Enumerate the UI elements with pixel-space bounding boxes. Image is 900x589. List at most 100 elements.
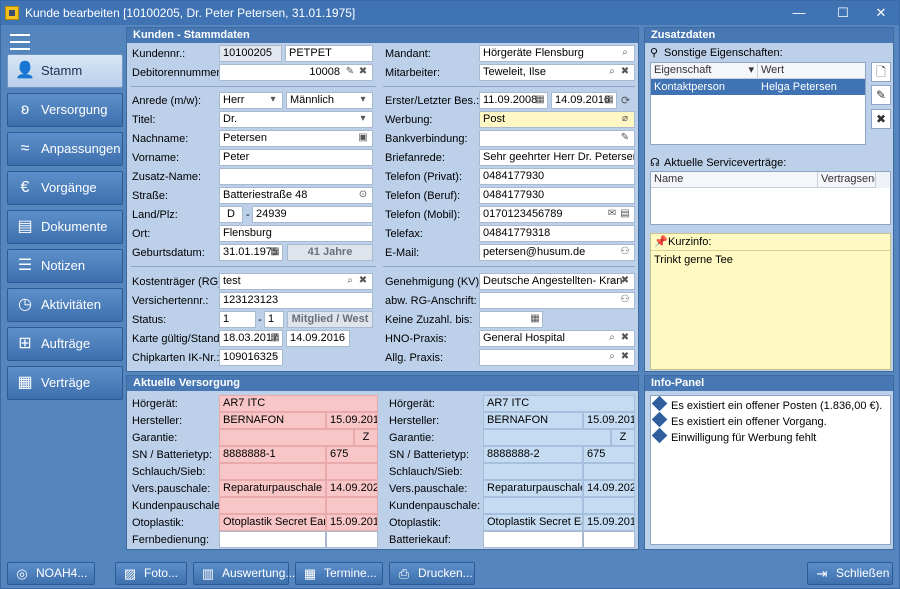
edit-icon[interactable]: ✎: [344, 66, 356, 78]
delete-button[interactable]: ✖: [871, 109, 891, 129]
debitor-field[interactable]: 10008 ✎ ✖: [219, 64, 373, 81]
l-sieb-field[interactable]: [326, 463, 378, 480]
col-eigenschaft[interactable]: Eigenschaft ▾: [651, 63, 758, 79]
anrede-select[interactable]: Herr ▾: [219, 92, 283, 109]
status2-field[interactable]: 1: [264, 311, 284, 328]
foto-button[interactable]: ▨ Foto...: [115, 562, 187, 585]
allg-praxis-field[interactable]: ⌕ ✖: [479, 349, 635, 366]
r-hersteller-date[interactable]: 15.09.2016: [583, 412, 635, 429]
kurzinfo-box[interactable]: 📌 Kurzinfo: Trinkt gerne Tee: [650, 233, 891, 370]
l-hersteller-date[interactable]: 15.09.2016: [326, 412, 378, 429]
schliessen-button[interactable]: ⇥ Schließen: [807, 562, 893, 585]
l-pauschale-date[interactable]: 14.09.2022: [326, 480, 378, 497]
l-schlauch-field[interactable]: [219, 463, 326, 480]
location-pin-icon[interactable]: ⊙: [357, 189, 369, 201]
l-fernbedienung-field[interactable]: [219, 531, 326, 548]
nav-notizen[interactable]: ☰ Notizen: [7, 249, 123, 283]
servicevertraege-grid[interactable]: Name Vertragsende: [650, 171, 891, 225]
contact-icon[interactable]: ⚇: [619, 246, 631, 258]
kostentraeger-field[interactable]: test ⌕ ✖: [219, 273, 373, 290]
briefanrede-field[interactable]: Sehr geehrter Herr Dr. Petersen: [479, 149, 635, 166]
nachname-field[interactable]: Petersen ▣: [219, 130, 373, 147]
calendar-icon[interactable]: ▦: [529, 313, 541, 325]
termine-button[interactable]: ▦ Termine...: [295, 562, 383, 585]
telefax-field[interactable]: 04841779318: [479, 225, 635, 242]
letzter-besuch-field[interactable]: 14.09.2016 ▦: [551, 92, 617, 109]
calendar-icon[interactable]: ▦: [269, 246, 281, 258]
tel-beruf-field[interactable]: 0484177930: [479, 187, 635, 204]
clear-icon[interactable]: ✖: [357, 66, 369, 78]
status1-field[interactable]: 1: [219, 311, 256, 328]
clear-icon[interactable]: ✖: [619, 275, 631, 287]
eigenschaften-grid[interactable]: Eigenschaft ▾ Wert Kontaktperson Helga Pe…: [650, 62, 866, 145]
r-kundenpauschale-date[interactable]: [583, 497, 635, 514]
contact-icon[interactable]: ⚇: [619, 294, 631, 306]
ort-field[interactable]: Flensburg: [219, 225, 373, 242]
search-icon[interactable]: ⌕: [269, 351, 281, 363]
list-item[interactable]: Es existiert ein offener Vorgang.: [651, 411, 827, 430]
land-field[interactable]: D: [219, 206, 243, 223]
genehmigung-field[interactable]: Deutsche Angestellten- Kran ⌕ ✖: [479, 273, 635, 290]
r-batteriekauf-field[interactable]: [483, 531, 583, 548]
tel-privat-field[interactable]: 0484177930: [479, 168, 635, 185]
col-wert[interactable]: Wert: [758, 63, 865, 79]
r-pauschale-field[interactable]: Reparaturpauschale: [483, 480, 583, 497]
versichertennr-field[interactable]: 123123123: [219, 292, 373, 309]
table-icon[interactable]: ▤: [619, 208, 631, 220]
r-pauschale-date[interactable]: 14.09.2022: [583, 480, 635, 497]
nav-anpassungen[interactable]: ≈ Anpassungen: [7, 132, 123, 166]
clear-icon[interactable]: ✖: [619, 351, 631, 363]
vorname-field[interactable]: Peter: [219, 149, 373, 166]
r-garantie-field[interactable]: [483, 429, 611, 446]
scrollbar[interactable]: [875, 172, 890, 188]
r-garantie-z[interactable]: Z: [611, 429, 635, 446]
r-hersteller-field[interactable]: BERNAFON: [483, 412, 583, 429]
table-row[interactable]: Kontaktperson Helga Petersen: [651, 79, 865, 95]
address-card-icon[interactable]: ▣: [357, 132, 369, 144]
nav-dokumente[interactable]: ▤ Dokumente: [7, 210, 123, 244]
r-batteriekauf-date[interactable]: [583, 531, 635, 548]
search-icon[interactable]: ⌕: [606, 332, 618, 344]
abw-rg-field[interactable]: ⚇: [479, 292, 635, 309]
chipkarte-field[interactable]: 109016325 ⌕: [219, 349, 283, 366]
l-hoergeraet-field[interactable]: AR7 ITC: [219, 395, 378, 412]
edit-button[interactable]: ✎: [871, 85, 891, 105]
l-garantie-field[interactable]: [219, 429, 354, 446]
l-garantie-z[interactable]: Z: [354, 429, 378, 446]
erster-besuch-field[interactable]: 11.09.2008 ▦: [479, 92, 548, 109]
nav-aktivitaeten[interactable]: ◷ Aktivitäten: [7, 288, 123, 322]
search-icon[interactable]: ⌕: [619, 47, 631, 59]
strasse-field[interactable]: Batteriestraße 48 ⊙: [219, 187, 373, 204]
geburtsdatum-field[interactable]: 31.01.1975 ▦: [219, 244, 283, 261]
zuzahlung-field[interactable]: ▦: [479, 311, 543, 328]
mitarbeiter-field[interactable]: Teweleit, Ilse ⌕ ✖: [479, 64, 635, 81]
col-name[interactable]: Name: [651, 172, 818, 188]
col-vertragsende[interactable]: Vertragsende: [818, 172, 875, 188]
calendar-icon[interactable]: ▦: [603, 94, 615, 106]
auswertung-button[interactable]: ▥ Auswertung...: [193, 562, 295, 585]
search-icon[interactable]: ⌕: [344, 275, 356, 287]
r-otoplastik-date[interactable]: 15.09.2016: [583, 514, 635, 531]
r-kundenpauschale-field[interactable]: [483, 497, 583, 514]
hno-praxis-field[interactable]: General Hospital ⌕ ✖: [479, 330, 635, 347]
sms-icon[interactable]: ✉: [606, 208, 618, 220]
search-icon[interactable]: ⌕: [606, 275, 618, 287]
r-otoplastik-field[interactable]: Otoplastik Secret Ear St: [483, 514, 583, 531]
plz-field[interactable]: 24939: [252, 206, 373, 223]
l-batterie-field[interactable]: 675: [326, 446, 378, 463]
mandant-field[interactable]: Hörgeräte Flensburg ⌕: [479, 45, 635, 62]
titel-select[interactable]: Dr. ▾: [219, 111, 373, 128]
paperclip-icon[interactable]: ⌀: [619, 113, 631, 125]
nav-versorgung[interactable]: ʚ Versorgung: [7, 93, 123, 127]
l-hersteller-field[interactable]: BERNAFON: [219, 412, 326, 429]
clear-icon[interactable]: ✖: [357, 275, 369, 287]
calendar-icon[interactable]: ▦: [269, 332, 281, 344]
nav-vorgaenge[interactable]: € Vorgänge: [7, 171, 123, 205]
close-window-button[interactable]: ✕: [861, 1, 900, 25]
search-icon[interactable]: ⌕: [606, 66, 618, 78]
noah4-button[interactable]: ◎ NOAH4...: [7, 562, 95, 585]
kundennr-field[interactable]: 10100205: [219, 45, 282, 62]
drucken-button[interactable]: ⎙ Drucken...: [389, 562, 475, 585]
clear-icon[interactable]: ✖: [619, 66, 631, 78]
karte-stand-field[interactable]: 14.09.2016▦: [286, 330, 350, 347]
